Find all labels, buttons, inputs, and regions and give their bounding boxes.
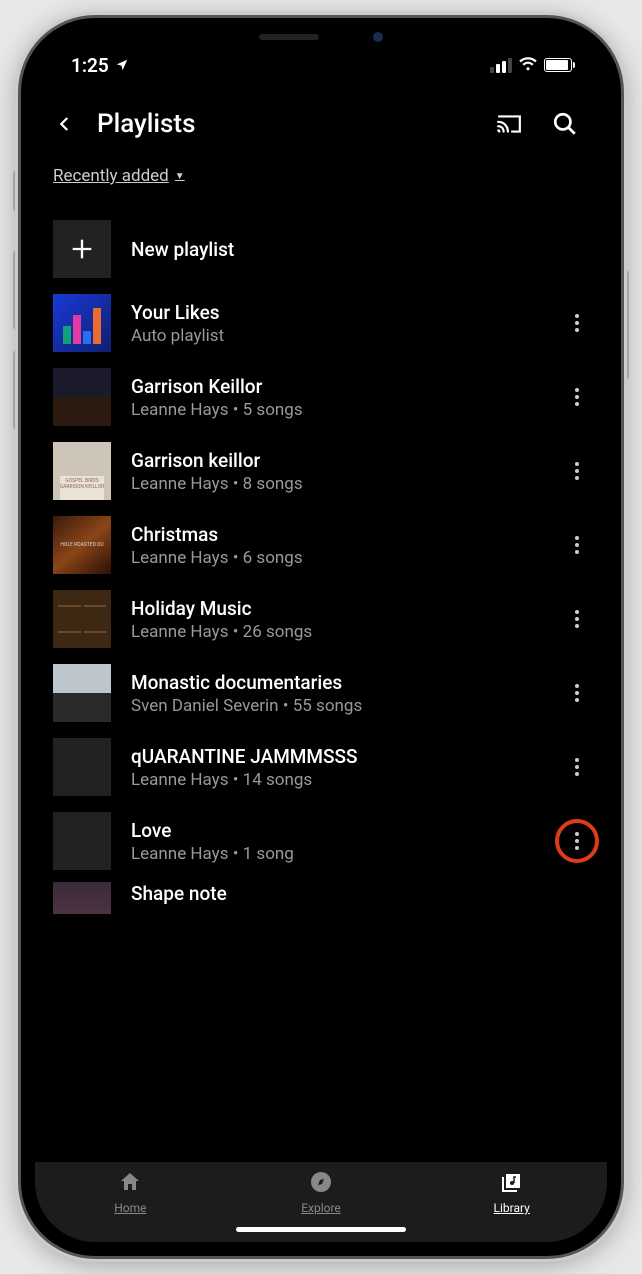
playlist-art — [53, 812, 111, 870]
more-options-button[interactable] — [555, 375, 599, 419]
status-time: 1:25 — [71, 54, 109, 77]
more-options-button[interactable] — [555, 745, 599, 789]
playlist-title: Holiday Music — [131, 597, 555, 620]
playlist-art — [53, 294, 111, 352]
tab-home[interactable]: Home — [35, 1170, 226, 1215]
playlist-title: Shape note — [131, 882, 599, 905]
more-options-button[interactable] — [555, 301, 599, 345]
phone-frame: 1:25 — [21, 18, 621, 1256]
more-vertical-icon — [575, 462, 579, 480]
tab-home-label: Home — [114, 1201, 146, 1215]
more-options-button[interactable] — [555, 449, 599, 493]
playlist-row[interactable]: HOLE ROASTED DU Christmas Leanne Hays • … — [35, 508, 607, 582]
playlist-art: HOLE ROASTED DU — [53, 516, 111, 574]
playlist-subtitle: Leanne Hays • 5 songs — [131, 400, 555, 420]
playlist-art — [53, 590, 111, 648]
playlist-art — [53, 738, 111, 796]
playlist-subtitle: Leanne Hays • 6 songs — [131, 548, 555, 568]
playlist-title: Your Likes — [131, 301, 555, 324]
playlist-art — [53, 882, 111, 914]
playlist-title: Love — [131, 819, 555, 842]
playlist-row[interactable]: Holiday Music Leanne Hays • 26 songs — [35, 582, 607, 656]
tab-library-label: Library — [494, 1201, 530, 1215]
more-options-button[interactable] — [555, 819, 599, 863]
playlist-title: Christmas — [131, 523, 555, 546]
tab-explore[interactable]: Explore — [226, 1170, 417, 1215]
playlist-subtitle: Auto playlist — [131, 326, 555, 346]
playlist-row[interactable]: qUARANTINE JAMMMSSS Leanne Hays • 14 son… — [35, 730, 607, 804]
more-vertical-icon — [575, 684, 579, 702]
playlist-row[interactable]: Your Likes Auto playlist — [35, 286, 607, 360]
more-vertical-icon — [575, 388, 579, 406]
playlist-subtitle: Leanne Hays • 14 songs — [131, 770, 555, 790]
library-icon — [500, 1170, 524, 1197]
more-vertical-icon — [575, 758, 579, 776]
playlist-art: GOSPEL BIRDSGARRISON KEILLOR — [53, 442, 111, 500]
playlist-subtitle: Leanne Hays • 8 songs — [131, 474, 555, 494]
wifi-icon — [518, 54, 538, 77]
more-options-button[interactable] — [555, 671, 599, 715]
app-header: Playlists — [35, 88, 607, 160]
tab-library[interactable]: Library — [416, 1170, 607, 1215]
screen: 1:25 — [35, 32, 607, 1242]
new-playlist-label: New playlist — [131, 238, 599, 261]
sort-dropdown[interactable]: Recently added ▼ — [53, 166, 185, 186]
more-vertical-icon — [575, 314, 579, 332]
compass-icon — [309, 1170, 333, 1197]
page-title: Playlists — [97, 109, 485, 139]
cast-button[interactable] — [495, 110, 523, 138]
playlist-title: Monastic documentaries — [131, 671, 555, 694]
more-vertical-icon — [575, 832, 579, 850]
playlist-title: Garrison Keillor — [131, 375, 555, 398]
tab-explore-label: Explore — [301, 1201, 341, 1215]
chevron-down-icon: ▼ — [175, 171, 185, 182]
playlist-row[interactable]: Garrison Keillor Leanne Hays • 5 songs — [35, 360, 607, 434]
more-vertical-icon — [575, 610, 579, 628]
location-arrow-icon — [115, 54, 129, 77]
home-icon — [118, 1170, 142, 1197]
playlist-row[interactable]: Love Leanne Hays • 1 song — [35, 804, 607, 878]
playlist-title: qUARANTINE JAMMMSSS — [131, 745, 555, 768]
cellular-signal-icon — [490, 58, 512, 73]
more-vertical-icon — [575, 536, 579, 554]
battery-icon — [544, 58, 575, 72]
playlist-title: Garrison keillor — [131, 449, 555, 472]
playlist-row[interactable]: Monastic documentaries Sven Daniel Sever… — [35, 656, 607, 730]
back-button[interactable] — [43, 102, 87, 146]
home-indicator[interactable] — [236, 1227, 406, 1232]
playlist-art — [53, 664, 111, 722]
sort-label: Recently added — [53, 166, 169, 186]
more-options-button[interactable] — [555, 597, 599, 641]
playlist-subtitle: Leanne Hays • 26 songs — [131, 622, 555, 642]
playlist-subtitle: Sven Daniel Severin • 55 songs — [131, 696, 555, 716]
playlist-subtitle: Leanne Hays • 1 song — [131, 844, 555, 864]
playlist-row[interactable]: GOSPEL BIRDSGARRISON KEILLOR Garrison ke… — [35, 434, 607, 508]
more-options-button[interactable] — [555, 523, 599, 567]
playlist-art — [53, 368, 111, 426]
new-playlist-button[interactable]: New playlist — [35, 212, 607, 286]
playlist-row[interactable]: Shape note — [35, 878, 607, 914]
search-button[interactable] — [551, 110, 579, 138]
plus-icon — [53, 220, 111, 278]
